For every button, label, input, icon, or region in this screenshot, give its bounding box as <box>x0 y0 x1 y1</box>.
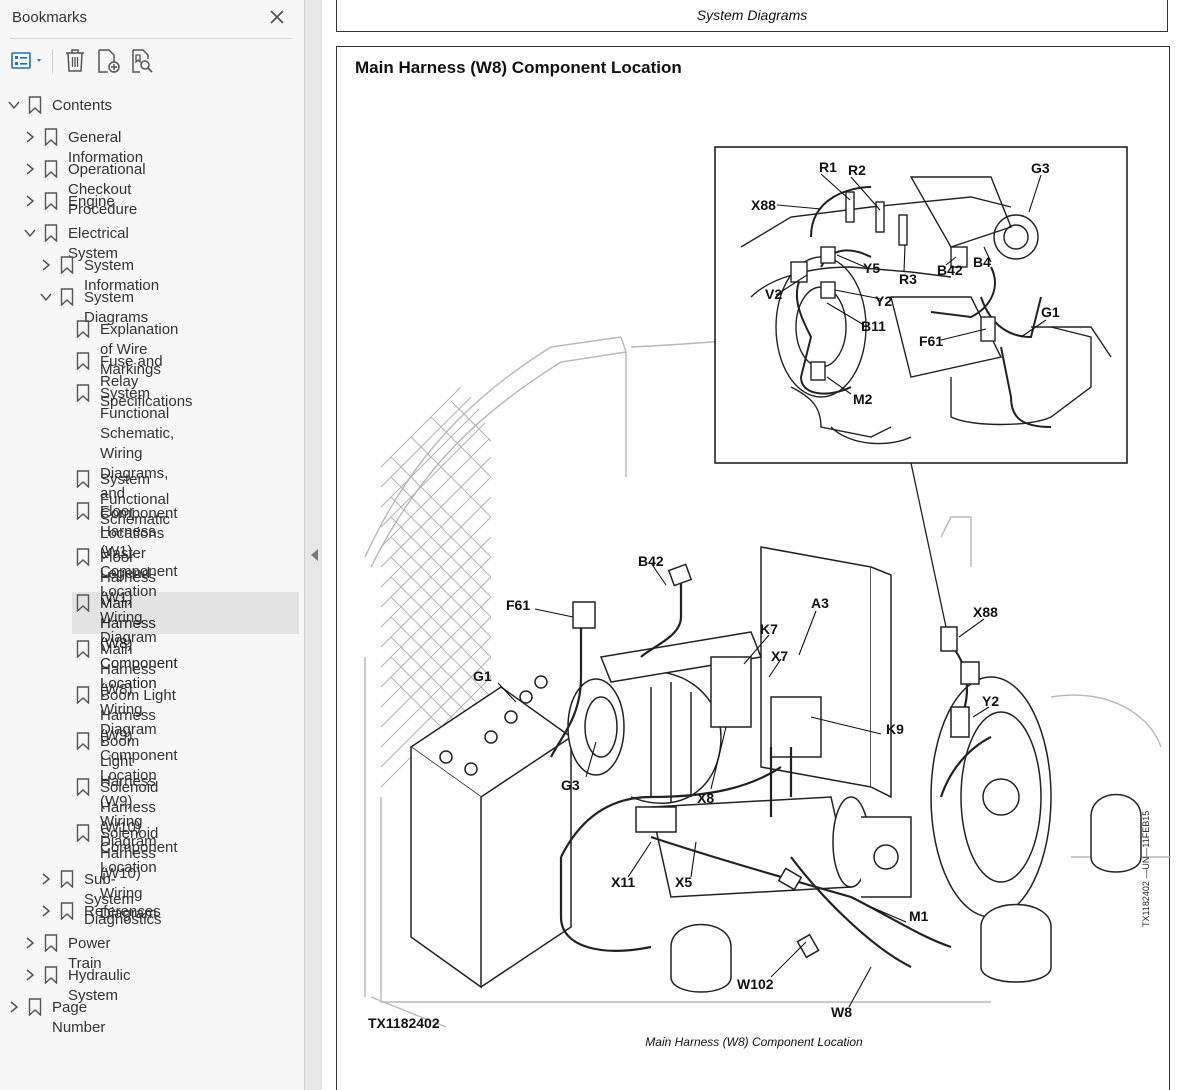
find-bookmark-icon <box>132 49 153 73</box>
bookmark-icon <box>76 548 90 566</box>
chevron-right-icon[interactable] <box>23 130 37 144</box>
trash-icon <box>66 49 84 72</box>
callout-x5: X5 <box>675 874 692 890</box>
bookmark-icon <box>44 224 58 242</box>
section-box: Main Harness (W8) Component Location R1 … <box>336 46 1171 1090</box>
bookmark-label: Contents <box>52 97 113 114</box>
battery <box>409 675 573 989</box>
callout-x7: X7 <box>771 648 788 664</box>
bookmark-label: Page Number <box>52 999 106 1036</box>
callout-y2: Y2 <box>982 693 999 709</box>
bookmark-icon <box>76 686 90 704</box>
chevron-down-icon[interactable] <box>39 290 53 304</box>
callout-inset-f61: F61 <box>919 333 943 349</box>
callout-inset-v2: V2 <box>765 286 782 302</box>
bookmark-icon <box>76 320 90 338</box>
bookmark-icon <box>28 96 42 114</box>
callout-inset-r3: R3 <box>899 271 917 287</box>
bookmark-icon <box>76 824 90 842</box>
page-header-text: System Diagrams <box>696 7 808 23</box>
callout-inset-r1: R1 <box>819 159 837 175</box>
chevron-down-icon[interactable] <box>23 226 37 240</box>
callout-inset-y5: Y5 <box>863 260 880 276</box>
callout-b42: B42 <box>638 553 664 569</box>
flywheel-housing <box>930 676 1052 918</box>
figure-caption: Main Harness (W8) Component Location <box>645 1035 863 1049</box>
figure-side-code: TX1182402 —UN—11FEB15 <box>1141 810 1151 927</box>
chevron-right-icon[interactable] <box>7 1000 21 1014</box>
toolbar-separator <box>52 49 53 73</box>
bookmark-icon <box>76 778 90 796</box>
bookmark-icon <box>44 192 58 210</box>
chevron-right-icon[interactable] <box>39 872 53 886</box>
new-bookmark-button[interactable] <box>96 47 122 75</box>
callout-k7: K7 <box>760 621 778 637</box>
bookmark-icon <box>76 384 90 402</box>
add-bookmark-icon <box>98 49 120 73</box>
callout-g3: G3 <box>561 777 580 793</box>
bookmark-icon <box>44 160 58 178</box>
inset-leader <box>910 462 947 628</box>
callout-a3: A3 <box>811 595 829 611</box>
options-menu-button[interactable] <box>10 47 46 75</box>
callout-k9: K9 <box>886 721 904 737</box>
bookmark-icon <box>76 352 90 370</box>
bookmark-icon <box>44 128 58 146</box>
callout-inset-m2: M2 <box>853 391 873 407</box>
document-page: System Diagrams Main Harness (W8) Compon… <box>322 0 1186 1090</box>
callout-x11: X11 <box>611 874 635 890</box>
callout-inset-g3: G3 <box>1031 160 1050 176</box>
chevron-right-icon[interactable] <box>23 936 37 950</box>
find-bookmark-button[interactable] <box>130 47 156 75</box>
delete-bookmark-button[interactable] <box>62 47 88 75</box>
callout-inset-g1: G1 <box>1041 304 1060 320</box>
chevron-down-icon[interactable] <box>7 98 21 112</box>
bookmark-icon <box>60 288 74 306</box>
callout-inset-r2: R2 <box>848 162 866 178</box>
callout-inset-b11: B11 <box>861 318 886 334</box>
bookmark-icon <box>28 998 42 1016</box>
chevron-right-icon[interactable] <box>39 258 53 272</box>
section-title: Main Harness (W8) Component Location <box>355 58 682 77</box>
alternator <box>567 671 722 804</box>
bookmark-icon <box>76 594 90 612</box>
bookmark-icon <box>76 470 90 488</box>
inset-detail <box>714 146 1128 464</box>
panel-divider <box>10 38 292 39</box>
figure-id: TX1182402 <box>368 1015 440 1031</box>
component-location-figure: R1 R2 G3 X88 Y5 R3 B42 B4 V2 Y2 B11 G1 F… <box>364 146 1171 1027</box>
close-icon[interactable] <box>268 8 286 26</box>
callout-w102: W102 <box>737 976 774 992</box>
bookmark-label: References <box>84 903 161 920</box>
callout-f61: F61 <box>506 597 530 613</box>
callout-inset-x88: X88 <box>751 197 776 213</box>
panel-title: Bookmarks <box>12 9 88 26</box>
callout-m1: M1 <box>909 908 929 924</box>
bookmark-icon <box>44 966 58 984</box>
bookmark-label: Engine <box>68 193 115 210</box>
list-options-icon <box>11 52 41 69</box>
callout-inset-y2: Y2 <box>875 293 892 309</box>
bookmark-icon <box>76 502 90 520</box>
bookmark-icon <box>60 256 74 274</box>
page-header: System Diagrams <box>336 0 1168 32</box>
chevron-right-icon[interactable] <box>23 194 37 208</box>
callout-w8: W8 <box>831 1004 852 1020</box>
callout-g1: G1 <box>473 668 492 684</box>
collapse-panel-handle[interactable] <box>311 549 318 561</box>
bookmark-icon <box>60 902 74 920</box>
callout-inset-b4: B4 <box>973 254 991 270</box>
callout-x8: X8 <box>697 790 714 806</box>
bookmark-icon <box>76 732 90 750</box>
bookmark-icon <box>44 934 58 952</box>
chevron-right-icon[interactable] <box>39 904 53 918</box>
callout-x88: X88 <box>973 604 998 620</box>
chevron-right-icon[interactable] <box>23 162 37 176</box>
bookmark-icon <box>60 870 74 888</box>
callout-inset-b42: B42 <box>937 262 963 278</box>
panel-header: Bookmarks <box>0 0 305 36</box>
bookmark-icon <box>76 640 90 658</box>
chevron-right-icon[interactable] <box>23 968 37 982</box>
bookmarks-panel: Bookmarks Contents General Information O… <box>0 0 305 1090</box>
